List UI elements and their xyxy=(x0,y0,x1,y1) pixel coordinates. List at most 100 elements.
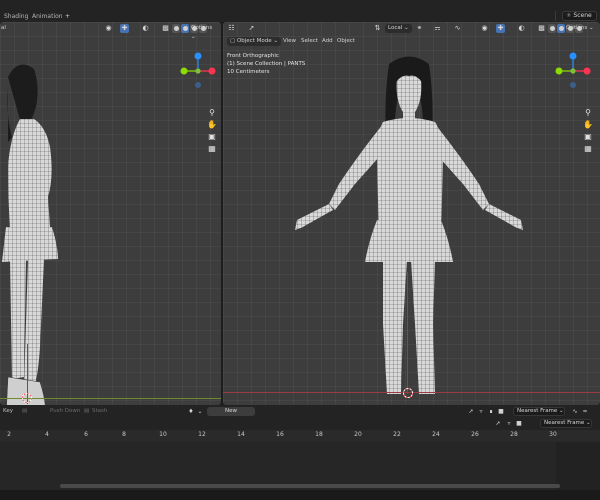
gizmo-z-axis[interactable] xyxy=(569,52,577,60)
left-navigation-gizmo[interactable] xyxy=(178,51,218,91)
ruler-frame: 16 xyxy=(276,431,284,438)
shading-wireframe-icon[interactable] xyxy=(548,24,556,33)
proportional-editing-icon[interactable]: ∿ xyxy=(453,24,462,33)
top-bar: Shading Animation + ⚛ Scene xyxy=(0,0,600,22)
select-cursor-icon[interactable]: ➚ xyxy=(467,407,475,416)
gizmo-toggle-icon[interactable]: ✚ xyxy=(496,24,505,33)
pivot-point-icon[interactable]: ⚭ xyxy=(415,24,424,33)
pan-hand-icon[interactable]: ✋ xyxy=(207,120,217,130)
grid-icon[interactable]: ▦ xyxy=(207,144,217,154)
ruler-frame: 24 xyxy=(432,431,440,438)
gizmo-x-axis[interactable] xyxy=(583,67,591,75)
visibility-icon[interactable]: ◉ xyxy=(480,24,489,33)
ruler-frame: 18 xyxy=(315,431,323,438)
filter-icon[interactable]: ▿ xyxy=(505,419,513,428)
keyframe-area[interactable] xyxy=(0,442,556,490)
left-options-button[interactable]: Options ⌄ xyxy=(188,24,221,40)
right-options-label: Options xyxy=(566,25,588,31)
left-3d-cursor[interactable] xyxy=(21,392,33,404)
right-viewport-header: ☷ ➚ ⇅ Local ⌄ ⚭ ⚎ ∿ ◉ ✚ ◐ ▩ xyxy=(223,22,600,35)
push-down-button[interactable]: Push Down xyxy=(50,407,80,416)
pan-hand-icon[interactable]: ✋ xyxy=(583,120,593,130)
ruler-frame: 6 xyxy=(84,431,88,438)
timeline-horizontal-scrollbar[interactable] xyxy=(60,484,560,488)
zoom-icon[interactable]: ⚲ xyxy=(583,108,593,118)
push-down-icon[interactable]: ▤ xyxy=(22,407,27,416)
left-viewport-header: al ◉ ✚ ◐ ▩ Options ⌄ xyxy=(0,22,221,40)
grid-icon[interactable]: ▦ xyxy=(583,144,593,154)
left-transform-orientation-fragment[interactable]: al xyxy=(0,24,8,33)
visibility-icon[interactable]: ◉ xyxy=(104,24,113,33)
shading-wireframe-icon[interactable] xyxy=(172,24,180,33)
ruler-frame: 10 xyxy=(159,431,167,438)
zoom-icon[interactable]: ⚲ xyxy=(207,108,217,118)
stash-icon[interactable]: ▤ xyxy=(84,407,89,416)
top-bar-divider xyxy=(555,11,556,21)
gizmo-y-axis[interactable] xyxy=(555,67,563,75)
ruler-frame: 14 xyxy=(237,431,245,438)
new-action-label: New xyxy=(225,408,237,414)
action-dropdown-icon[interactable]: ⌄ xyxy=(196,407,204,416)
editor-type-icon[interactable]: ☷ xyxy=(227,24,236,33)
z-axis-line xyxy=(407,272,408,394)
scene-selector[interactable]: ⚛ Scene xyxy=(562,11,597,21)
ruler-frame: 12 xyxy=(198,431,206,438)
ruler-frame: 4 xyxy=(45,431,49,438)
transform-orientation-dropdown[interactable]: Local ⌄ xyxy=(385,24,412,33)
xray-icon[interactable]: ▩ xyxy=(161,24,170,33)
object-mode-label: Object Mode xyxy=(236,38,272,44)
left-nav-tools: ⚲ ✋ ▣ ▦ xyxy=(206,108,218,154)
snap-mode-label-2: Nearest Frame xyxy=(544,420,585,426)
snap-icon[interactable]: ⚎ xyxy=(433,24,442,33)
left-options-label: Options xyxy=(191,25,213,31)
ruler-frame: 2 xyxy=(7,431,11,438)
snap-mode-dropdown[interactable]: Nearest Frame ⌄ xyxy=(513,407,565,416)
snap-mode-dropdown-2[interactable]: Nearest Frame ⌄ xyxy=(540,419,592,428)
key-menu[interactable]: Key xyxy=(3,407,13,416)
curve-icon[interactable]: ≈ xyxy=(581,407,589,416)
transform-orientation-icon[interactable]: ⇅ xyxy=(373,24,382,33)
frame-ruler[interactable]: 2 4 6 8 10 12 14 16 18 20 22 24 26 28 30 xyxy=(0,430,600,442)
right-options-button[interactable]: Options ⌄ xyxy=(563,24,597,33)
new-action-button[interactable]: New xyxy=(207,407,255,416)
side-view-character-mesh xyxy=(2,64,58,405)
add-workspace-button[interactable]: + xyxy=(61,11,74,22)
action-editor-header: Key ▤ Push Down ▤ Stash ♦ ⌄ New ➚ ▿ ∎ ■ … xyxy=(0,405,600,418)
proportional-icon[interactable]: ∿ xyxy=(571,407,579,416)
filter-icon[interactable]: ▿ xyxy=(477,407,485,416)
select-cursor-icon[interactable]: ➚ xyxy=(494,419,502,428)
front-view-character-mesh xyxy=(295,56,523,394)
gizmo-toggle-icon[interactable]: ✚ xyxy=(120,24,129,33)
ruler-frame: 26 xyxy=(471,431,479,438)
ruler-frame: 22 xyxy=(393,431,401,438)
overlay-icon[interactable]: ◐ xyxy=(141,24,150,33)
gizmo-y-axis[interactable] xyxy=(180,67,188,75)
snap-mode-label: Nearest Frame xyxy=(517,408,558,414)
overlay-icon[interactable]: ◐ xyxy=(517,24,526,33)
snap-toggle-icon[interactable]: ■ xyxy=(497,407,505,416)
camera-icon[interactable]: ▣ xyxy=(207,132,217,142)
ruler-frame: 8 xyxy=(122,431,126,438)
object-mode-dropdown[interactable]: ▢ Object Mode ⌄ xyxy=(227,37,281,46)
gizmo-x-axis[interactable] xyxy=(208,67,216,75)
ruler-frame: 20 xyxy=(354,431,362,438)
ruler-frame: 28 xyxy=(510,431,518,438)
status-bar xyxy=(0,490,600,500)
right-3d-cursor[interactable] xyxy=(402,387,414,399)
y-axis-line xyxy=(0,398,221,399)
transform-orientation-label: Local xyxy=(388,25,403,31)
scene-label: Scene xyxy=(573,12,592,19)
camera-icon[interactable]: ▣ xyxy=(583,132,593,142)
select-tool-icon[interactable]: ➚ xyxy=(247,24,256,33)
action-browse-icon[interactable]: ♦ xyxy=(187,407,195,416)
timeline-subheader: ➚ ▿ ■ Nearest Frame ⌄ xyxy=(0,418,600,430)
scene-icon: ⚛ xyxy=(566,12,572,19)
right-3d-viewport[interactable]: ☷ ➚ ⇅ Local ⌄ ⚭ ⚎ ∿ ◉ ✚ ◐ ▩ ▢ Object Mod… xyxy=(223,22,600,405)
xray-icon[interactable]: ▩ xyxy=(537,24,546,33)
snap-toggle-icon[interactable]: ■ xyxy=(515,419,523,428)
stash-button[interactable]: Stash xyxy=(92,407,107,416)
gizmo-z-axis[interactable] xyxy=(194,52,202,60)
left-3d-viewport[interactable]: al ◉ ✚ ◐ ▩ Options ⌄ ⚲ ✋ ▣ ▦ xyxy=(0,22,221,405)
right-navigation-gizmo[interactable] xyxy=(553,51,593,91)
magnet-icon[interactable]: ∎ xyxy=(487,407,495,416)
